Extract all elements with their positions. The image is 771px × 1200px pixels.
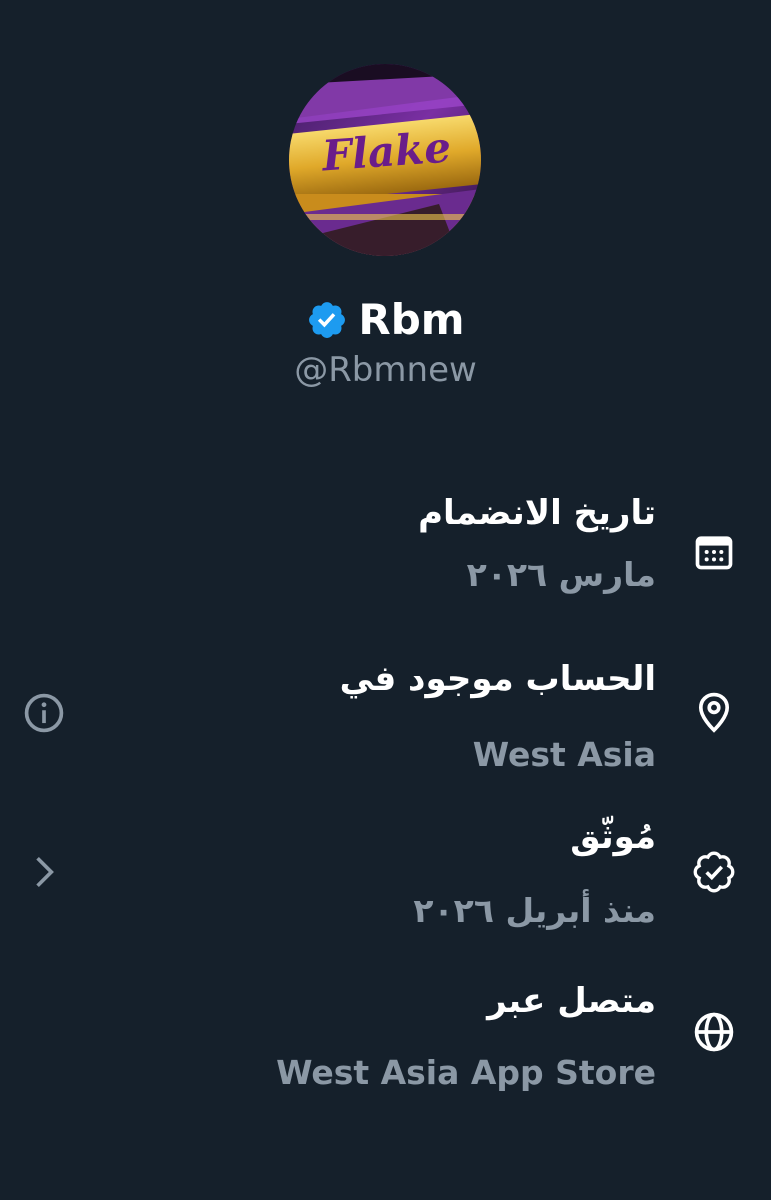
profile-name-row: Rbm xyxy=(0,292,771,348)
row-value: منذ أبريل ٢٠٢٦ xyxy=(413,891,656,930)
row-value: مارس ٢٠٢٦ xyxy=(466,555,656,594)
row-title: متصل عبر xyxy=(487,981,656,1021)
globe-icon xyxy=(692,1010,736,1054)
display-name: Rbm xyxy=(358,295,465,344)
avatar-image: Flake xyxy=(289,64,481,256)
info-row-location[interactable]: الحساب موجود في West Asia xyxy=(0,652,771,792)
verified-badge-icon xyxy=(692,850,736,894)
info-row-verified[interactable]: مُوثّق منذ أبريل ٢٠٢٦ xyxy=(0,806,771,946)
calendar-icon xyxy=(692,530,736,574)
row-title: مُوثّق xyxy=(570,817,656,857)
info-icon[interactable] xyxy=(22,691,66,735)
row-title: الحساب موجود في xyxy=(339,659,656,699)
row-title: تاريخ الانضمام xyxy=(418,493,656,533)
about-account-page: Flake Rbm @Rbmnew تاريخ الانضمام مارس ٢٠… xyxy=(0,0,771,1200)
info-row-joined: تاريخ الانضمام مارس ٢٠٢٦ xyxy=(0,482,771,622)
location-pin-icon xyxy=(692,690,736,734)
row-value: West Asia App Store xyxy=(276,1053,656,1092)
info-row-connected: متصل عبر West Asia App Store xyxy=(0,968,771,1108)
avatar[interactable]: Flake xyxy=(289,64,481,256)
verified-badge-icon xyxy=(306,299,348,341)
svg-text:Flake: Flake xyxy=(320,123,453,181)
row-value: West Asia xyxy=(472,735,656,774)
handle: @Rbmnew xyxy=(294,350,477,390)
